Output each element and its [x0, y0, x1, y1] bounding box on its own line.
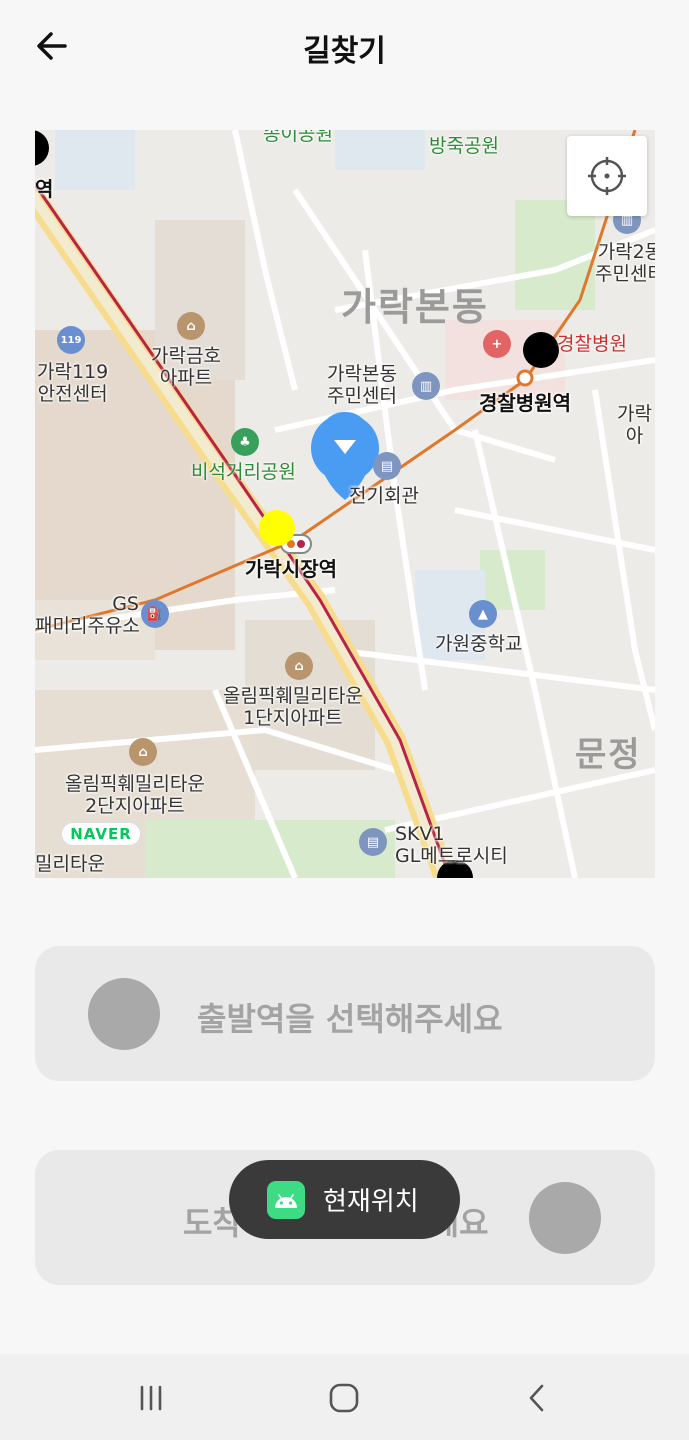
government-icon: ▥: [412, 372, 440, 400]
map-label: 가원중학교: [435, 633, 523, 655]
end-station-icon: [529, 1182, 601, 1254]
apartment-icon: ⌂: [129, 738, 157, 766]
header: 길찾기: [0, 0, 689, 92]
map-label: 비석거리공원: [191, 461, 296, 483]
building-icon: ▤: [359, 828, 387, 856]
crosshair-icon: [588, 157, 626, 195]
map-label: 가락금호 아파트: [151, 345, 221, 389]
map-label: 방죽공원: [429, 135, 499, 157]
start-station-placeholder: 출발역을 선택해주세요: [197, 1000, 503, 1038]
map-label: 가락시장역: [245, 557, 337, 581]
home-icon: [329, 1383, 359, 1413]
map-label: SKV1 GL메트로시티: [395, 823, 508, 867]
school-icon: ▲: [469, 600, 497, 628]
page-title: 길찾기: [303, 34, 386, 69]
map-label: 가락119 안전센터: [37, 361, 109, 405]
apartment-icon: ⌂: [285, 652, 313, 680]
start-station-selector[interactable]: 출발역을 선택해주세요: [35, 946, 655, 1081]
gas-station-icon: ⛽: [141, 600, 169, 628]
map-label: 경찰병원역: [479, 391, 571, 415]
map-base: [35, 130, 655, 878]
nav-back-icon: [529, 1384, 544, 1412]
system-navbar: [0, 1354, 689, 1440]
map-label: 역: [35, 177, 54, 201]
recent-apps-button[interactable]: [127, 1374, 175, 1422]
toast-text: 현재위치: [323, 1187, 419, 1217]
recent-apps-icon: [140, 1385, 162, 1411]
map-label: 밀리타운: [35, 853, 105, 875]
map-label: 가락2동 주민센터: [595, 241, 655, 285]
toast-message: 현재위치: [229, 1160, 460, 1239]
map-label: 경찰병원: [557, 333, 627, 355]
building-icon: ▤: [373, 452, 401, 480]
current-location-button[interactable]: [567, 136, 647, 216]
hospital-icon: +: [483, 330, 511, 358]
naver-logo: NAVER: [61, 822, 141, 846]
map-label: 가락 아: [617, 403, 652, 447]
android-icon: [267, 1180, 305, 1219]
start-station-icon: [88, 978, 160, 1050]
map-label: 가락본동: [341, 285, 489, 329]
apartment-icon: ⌂: [177, 312, 205, 340]
map-label: 가락본동 주민센터: [327, 363, 397, 407]
nav-back-button[interactable]: [513, 1374, 561, 1422]
fire-station-icon: 119: [57, 326, 85, 354]
home-button[interactable]: [320, 1374, 368, 1422]
map-label: 올림픽훼밀리타운 1단지아파트: [223, 685, 363, 729]
park-icon: ♣: [231, 428, 259, 456]
map-label: 문정: [575, 735, 642, 775]
map-label: 송이공원: [263, 130, 333, 145]
map-label: 올림픽훼밀리타운 2단지아파트: [65, 773, 205, 817]
map-label: GS 패미리주유소: [35, 593, 140, 637]
map-view[interactable]: ⌂ 119 ▥ + ♣ ▤ ⛽ ▲ ⌂ ⌂ ▤ ▥ 송이공원 방죽공원 역 가락…: [35, 130, 655, 878]
map-label: 전기회관: [349, 485, 419, 507]
